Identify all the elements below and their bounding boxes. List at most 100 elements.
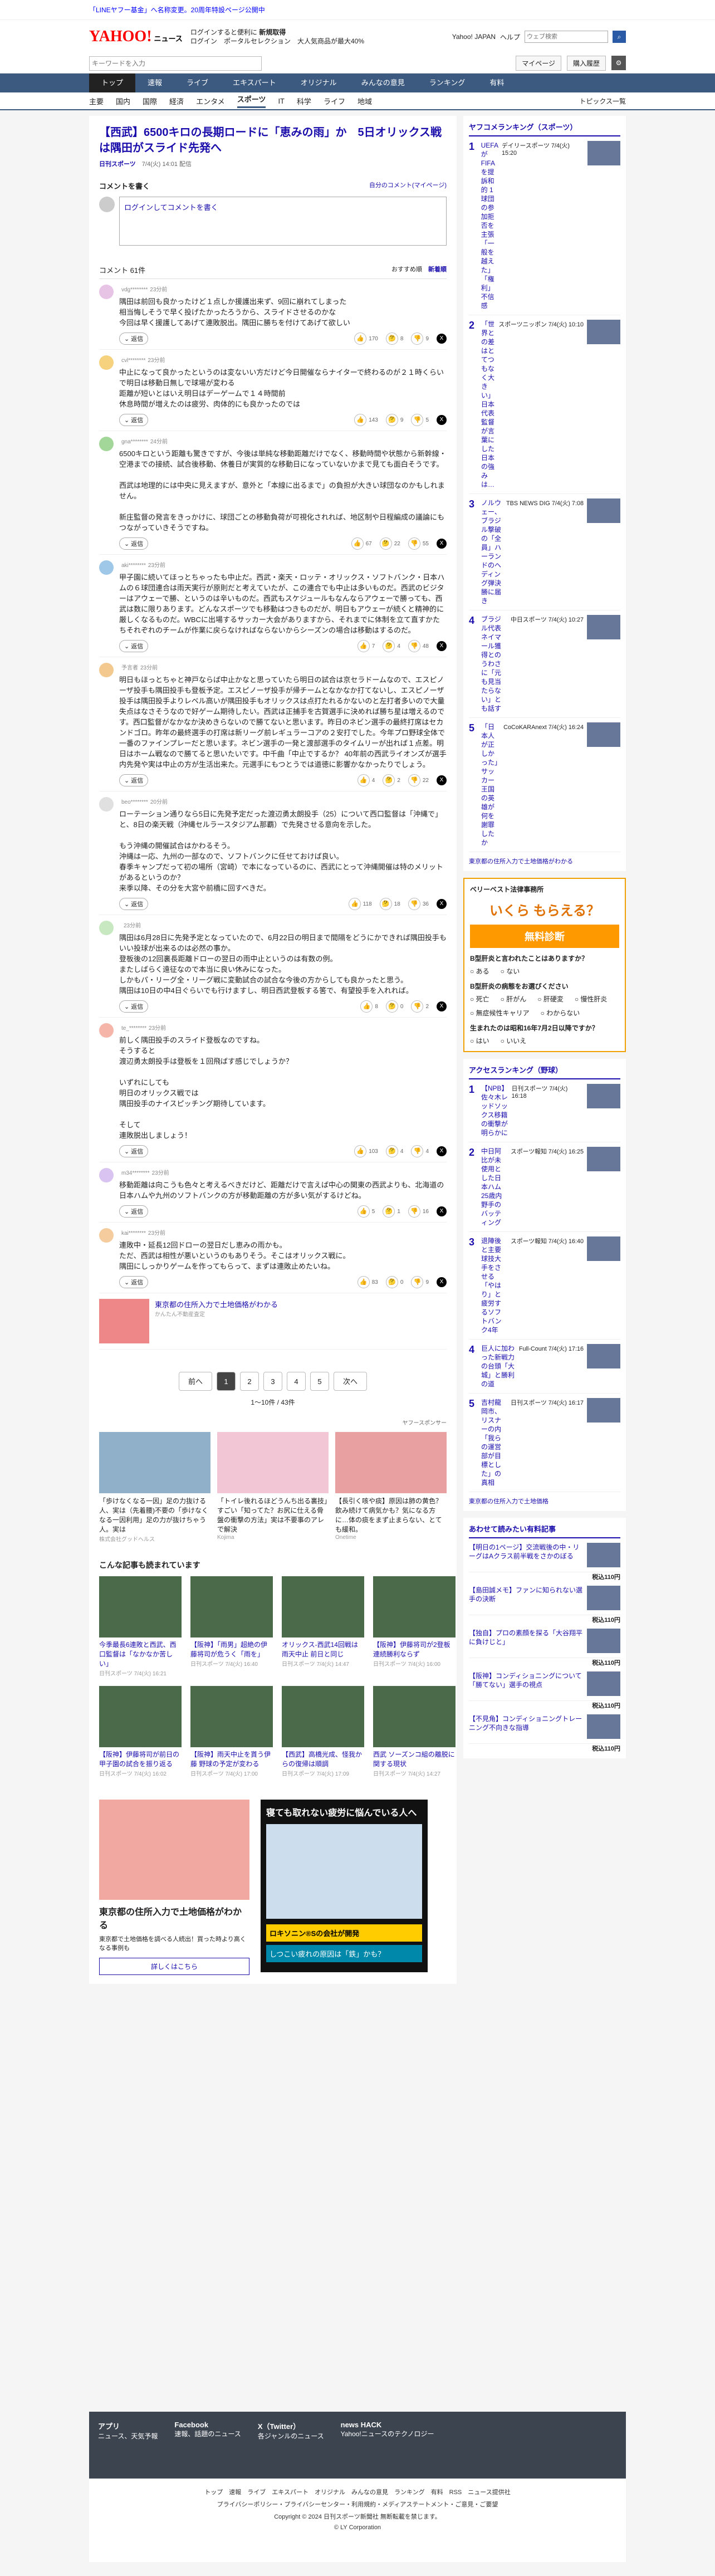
- footer-x[interactable]: X（Twitter） 各ジャンルのニュース: [258, 2421, 324, 2441]
- reaction-button[interactable]: 👍 83: [357, 1276, 378, 1288]
- x-share-icon[interactable]: X: [437, 1001, 447, 1011]
- help-link[interactable]: ヘルプ: [500, 32, 520, 42]
- subnav-it[interactable]: IT: [278, 97, 285, 105]
- like-icon[interactable]: 👍: [354, 414, 367, 426]
- comment-user[interactable]: kai******** 23分前: [119, 1228, 447, 1236]
- reaction-button[interactable]: 👍 7: [357, 640, 375, 652]
- like-icon[interactable]: 👍: [357, 774, 370, 786]
- reco-title[interactable]: 【西武】高橋光成、怪我からの復帰は順調: [282, 1750, 364, 1769]
- rank-item[interactable]: 3 退陣後と主要球技大手をさせる「やはり」と疲労するソフトバンク4年 スポーツ報知 …: [469, 1232, 620, 1340]
- reaction-button[interactable]: 👎 55: [408, 537, 429, 550]
- web-search-input[interactable]: [525, 31, 608, 43]
- like-icon[interactable]: 👍: [357, 1276, 370, 1288]
- reply-button[interactable]: ⌄ 返信: [119, 537, 149, 550]
- subnav-domestic[interactable]: 国内: [116, 96, 130, 106]
- reaction-button[interactable]: 🤔 4: [385, 1145, 403, 1157]
- footer-app[interactable]: アプリ ニュース、天気予報: [98, 2421, 158, 2441]
- subnav-economy[interactable]: 経済: [169, 96, 184, 106]
- radio-option[interactable]: 肝硬変: [537, 994, 564, 1004]
- reco-card[interactable]: 【阪神】雨天中止を貰う伊藤 野球の予定が変わる 日刊スポーツ 7/4(火) 17:…: [190, 1686, 273, 1777]
- login-link[interactable]: ログイン: [190, 37, 217, 45]
- paid-item[interactable]: 【島田誠メモ】ファンに知られない選手の決断: [469, 1581, 620, 1615]
- subnav-local[interactable]: 地域: [358, 96, 372, 106]
- like-icon[interactable]: 👍: [351, 537, 364, 550]
- ad-card-title[interactable]: 「トイレ後れるほどうんち出る裏技」すごい「知ってた？お尻に仕える骨盤の衝撃の方法…: [217, 1497, 329, 1534]
- paid-thumbnail[interactable]: [587, 1629, 620, 1653]
- paid-title[interactable]: 【不見角】コンディショニングトレーニング不向きな指導: [469, 1714, 584, 1739]
- reaction-button[interactable]: 🤔 0: [385, 1276, 403, 1288]
- comment-username[interactable]: te_********: [121, 1025, 146, 1032]
- law-firm-ad[interactable]: ベリーベスト法律事務所 いくら もらえる？ 無料診断 B型肝炎と言われたことはあ…: [463, 878, 626, 1052]
- radio-option[interactable]: はい: [470, 1036, 489, 1045]
- reco-card[interactable]: 【阪神】伊藤将司が前日の甲子園の試合を振り返る 日刊スポーツ 7/4(火) 16:…: [99, 1686, 182, 1777]
- reaction-button[interactable]: 🤔 2: [383, 774, 400, 786]
- rank-title[interactable]: 吉村龍岡市、リスナーの内「我らの運営部が目標とした」の真相: [481, 1398, 507, 1487]
- rank-thumbnail[interactable]: [587, 1344, 620, 1368]
- comment-username[interactable]: cvl********: [121, 358, 145, 364]
- search-icon[interactable]: ⌕: [613, 31, 626, 43]
- prev-button[interactable]: 前へ: [179, 1372, 212, 1391]
- comment-username[interactable]: beo********: [121, 799, 148, 805]
- free-diagnosis-button[interactable]: 無料診断: [470, 925, 619, 948]
- rank-thumbnail[interactable]: [587, 615, 620, 639]
- header-link[interactable]: ログインすると便利に: [190, 28, 257, 36]
- radio-option[interactable]: ある: [470, 966, 489, 976]
- rank-thumbnail[interactable]: [587, 1084, 620, 1108]
- reaction-button[interactable]: 🤔 9: [385, 414, 403, 426]
- paid-item[interactable]: 【独自】プロの素顔を探る「大谷翔平に負けじと」: [469, 1624, 620, 1658]
- reaction-button[interactable]: 🤔 22: [379, 537, 400, 550]
- tab-ranking[interactable]: ランキング: [417, 74, 478, 92]
- article-title[interactable]: 【西武】6500キロの長期ロードに「恵みの雨」か 5日オリックス戦は隅田がスライ…: [99, 125, 447, 156]
- reaction-button[interactable]: 👎 22: [408, 774, 429, 786]
- rank-item[interactable]: 5 吉村龍岡市、リスナーの内「我らの運営部が目標とした」の真相 日刊スポーツ 7/4…: [469, 1394, 620, 1492]
- radio-option[interactable]: 死亡: [470, 994, 489, 1004]
- like-icon[interactable]: 👍: [354, 1145, 367, 1157]
- sort-recommended[interactable]: おすすめ順: [391, 266, 422, 273]
- reco-image[interactable]: [373, 1686, 456, 1747]
- sort-newest[interactable]: 新着順: [428, 266, 447, 273]
- reco-title[interactable]: 【阪神】「雨男」超絶の伊藤将司が危うく「雨を」: [190, 1640, 273, 1659]
- bottom-ad-left[interactable]: 東京都の住所入力で土地価格がわかる 東京都で土地価格を調べる人続出！買った時より…: [99, 1800, 249, 1975]
- reco-title[interactable]: 【阪神】雨天中止を貰う伊藤 野球の予定が変わる: [190, 1750, 273, 1769]
- reaction-button[interactable]: 👍 170: [354, 333, 378, 345]
- reaction-button[interactable]: 👎 16: [408, 1205, 429, 1218]
- page-3[interactable]: 3: [263, 1372, 282, 1391]
- subnav-life[interactable]: ライフ: [324, 96, 345, 106]
- topics-list-link[interactable]: トピックス一覧: [579, 96, 626, 106]
- x-share-icon[interactable]: X: [437, 775, 447, 785]
- ad-title[interactable]: 東京都の住所入力で土地価格がわかる: [155, 1299, 278, 1309]
- reply-button[interactable]: ⌄ 返信: [119, 333, 149, 345]
- subnav-world[interactable]: 国際: [143, 96, 157, 106]
- rank-title[interactable]: 「日本人が正しかった」サッカー王国の英雄が何を謝罪したか: [481, 722, 500, 847]
- like-icon[interactable]: 👍: [360, 1000, 373, 1013]
- reco-image[interactable]: [282, 1686, 364, 1747]
- ad-map-image[interactable]: [99, 1800, 249, 1900]
- rank-item[interactable]: 4 ブラジル代表ネイマール獲得とのうわさに「元も見当たらない」とも話す 中日スポーツ…: [469, 610, 620, 718]
- reaction-button[interactable]: 👎 9: [411, 1276, 429, 1288]
- ad-card[interactable]: 「歩けなくなる一因」足の力抜ける人、実は（先着腰)不要の「歩けなくなる一因利用」…: [99, 1432, 210, 1543]
- paid-title[interactable]: 【明日の1ページ】交流戦後の中・リーグはAクラス前半戦をさかのぼる: [469, 1543, 584, 1567]
- tab-expert[interactable]: エキスパート: [221, 74, 288, 92]
- like-icon[interactable]: 👍: [348, 898, 361, 910]
- rank-title[interactable]: ノルウェー、ブラジル撃破の「全員」ハーランドのヘディング弾決勝に届き: [481, 498, 503, 605]
- rank-title[interactable]: ブラジル代表ネイマール獲得とのうわさに「元も見当たらない」とも話す: [481, 615, 507, 713]
- rank-thumbnail[interactable]: [587, 1398, 620, 1423]
- neutral-icon[interactable]: 🤔: [385, 1000, 398, 1013]
- x-share-icon[interactable]: X: [437, 641, 447, 651]
- rank-thumbnail[interactable]: [587, 1147, 620, 1171]
- details-button[interactable]: 詳しくはこちら: [99, 1958, 249, 1975]
- rank-title[interactable]: 【NPB】佐々木レッドソックス移籍の衝撃が明らかに: [481, 1084, 508, 1137]
- reco-image[interactable]: [190, 1576, 273, 1638]
- reply-button[interactable]: ⌄ 返信: [119, 1205, 149, 1218]
- reaction-button[interactable]: 👍 67: [351, 537, 372, 550]
- reco-title[interactable]: オリックス-西武14回戦は雨天中止 前日と同じ: [282, 1640, 364, 1659]
- footer-legal[interactable]: プライバシーポリシー・プライバシーセンター・利用規約・メディアステートメント・ご…: [89, 2500, 626, 2509]
- ad-image[interactable]: [335, 1432, 447, 1493]
- comment-user[interactable]: te_******** 23分前: [119, 1023, 447, 1032]
- radio-option[interactable]: 無症候性キャリア: [470, 1008, 530, 1018]
- rank-title[interactable]: 巨人に加わった新戦力の台頭「大城」と勝利の道: [481, 1344, 516, 1389]
- paid-thumbnail[interactable]: [587, 1543, 620, 1567]
- reply-button[interactable]: ⌄ 返信: [119, 640, 149, 652]
- rank-item[interactable]: 4 巨人に加わった新戦力の台頭「大城」と勝利の道 Full-Count 7/4(火)…: [469, 1340, 620, 1394]
- my-comments-link[interactable]: 自分のコメント(マイページ): [369, 180, 447, 191]
